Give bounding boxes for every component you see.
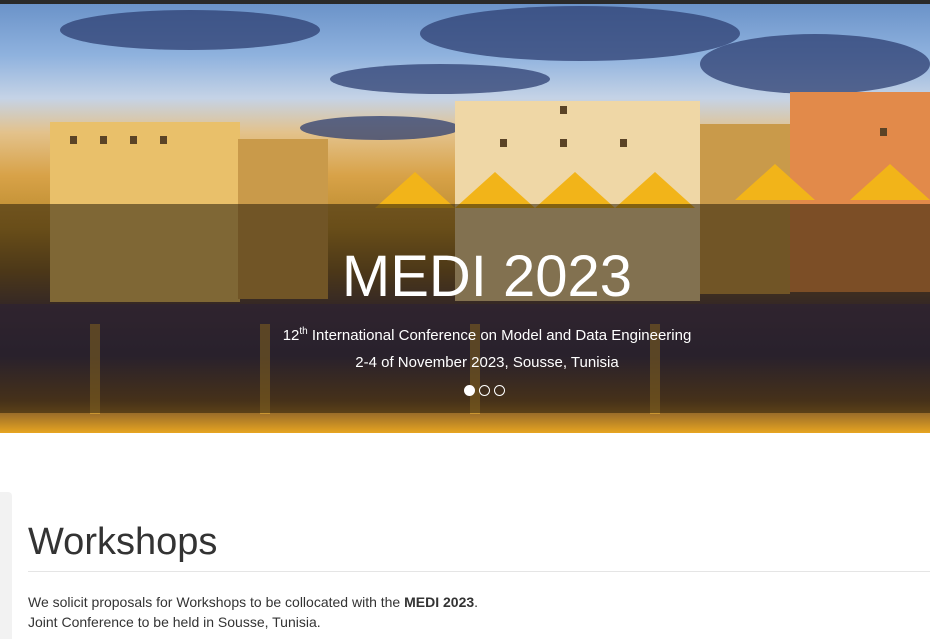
window-decoration: [70, 136, 77, 144]
roof-decoration: [850, 164, 930, 200]
paragraph-bold-text: MEDI 2023: [404, 594, 475, 610]
carousel-dot-3[interactable]: [494, 385, 505, 396]
paragraph-text: Joint Conference to be held in Sousse, T…: [28, 614, 321, 630]
roof-decoration: [615, 172, 695, 208]
roof-decoration: [535, 172, 615, 208]
window-decoration: [620, 139, 627, 147]
section-paragraph: We solicit proposals for Workshops to be…: [28, 592, 908, 632]
carousel-indicators: [464, 385, 505, 396]
carousel-dot-2[interactable]: [479, 385, 490, 396]
window-decoration: [560, 106, 567, 114]
hero-date-location: 2-4 of November 2023, Sousse, Tunisia: [355, 354, 619, 371]
subtitle-ordinal-suffix: th: [299, 326, 308, 337]
cloud-decoration: [300, 116, 460, 140]
roof-decoration: [735, 164, 815, 200]
subtitle-text: International Conference on Model and Da…: [307, 327, 692, 344]
sidebar-edge: [0, 492, 12, 639]
roof-decoration: [375, 172, 455, 208]
window-decoration: [560, 139, 567, 147]
subtitle-ordinal: 12: [282, 327, 300, 344]
cloud-decoration: [60, 10, 320, 50]
roof-decoration: [455, 172, 535, 208]
hero-carousel: MEDI 2023 12th International Conference …: [0, 4, 930, 433]
paragraph-text: We solicit proposals for Workshops to be…: [28, 594, 405, 610]
window-decoration: [160, 136, 167, 144]
section-title: Workshops: [28, 521, 218, 563]
cloud-decoration: [330, 64, 550, 94]
paragraph-text: .: [474, 594, 479, 610]
hero-subtitle: 12th International Conference on Model a…: [0, 322, 930, 346]
cloud-decoration: [700, 34, 930, 94]
window-decoration: [880, 128, 887, 136]
window-decoration: [130, 136, 137, 144]
cloud-decoration: [420, 6, 740, 61]
window-decoration: [100, 136, 107, 144]
hero-title: MEDI 2023: [341, 244, 633, 309]
section-divider: [28, 571, 930, 572]
window-decoration: [500, 139, 507, 147]
carousel-dot-1[interactable]: [464, 385, 475, 396]
